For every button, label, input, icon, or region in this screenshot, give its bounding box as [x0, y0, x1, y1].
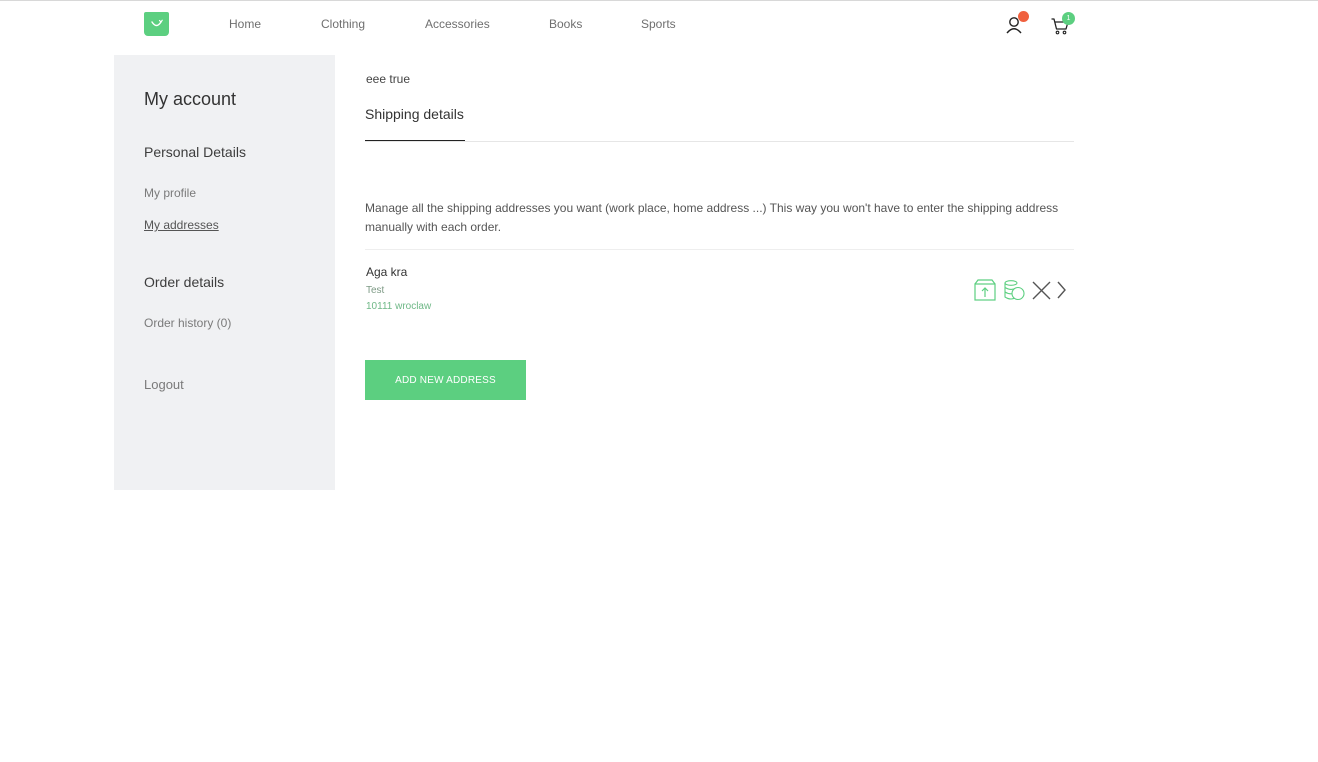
address-name: Aga kra: [366, 265, 408, 279]
add-new-address-button[interactable]: ADD NEW ADDRESS: [365, 360, 526, 400]
default-shipping-box-icon[interactable]: [973, 278, 997, 302]
shipping-description: Manage all the shipping addresses you wa…: [365, 201, 1059, 234]
delete-x-icon[interactable]: [1030, 278, 1054, 302]
notification-badge: [1018, 11, 1029, 22]
site-header: Home Clothing Accessories Books Sports 1: [0, 0, 1318, 50]
sidebar-item-logout[interactable]: Logout: [144, 377, 184, 392]
personal-details-heading: Personal Details: [144, 144, 246, 160]
nav-accessories[interactable]: Accessories: [425, 17, 490, 31]
address-line-1: Test: [366, 285, 385, 296]
user-greeting: eee true: [366, 72, 411, 86]
nav-sports[interactable]: Sports: [641, 17, 676, 31]
section-divider: [365, 249, 1074, 250]
sidebar-title: My account: [144, 89, 237, 109]
sidebar-item-my-profile[interactable]: My profile: [144, 186, 196, 200]
address-line-2: 10111 wroclaw: [366, 301, 432, 312]
nav-home[interactable]: Home: [229, 17, 261, 31]
default-billing-coins-icon[interactable]: [1002, 278, 1026, 302]
nav-clothing[interactable]: Clothing: [321, 17, 365, 31]
sidebar-item-my-addresses[interactable]: My addresses: [144, 218, 219, 232]
tab-shipping-details[interactable]: Shipping details: [365, 106, 464, 122]
order-details-heading: Order details: [144, 274, 225, 290]
shopping-bag-icon[interactable]: [144, 12, 169, 36]
cart-count-badge: 1: [1062, 12, 1075, 25]
sidebar-item-order-history[interactable]: Order history (0): [144, 316, 231, 330]
chevron-right-icon[interactable]: [1054, 278, 1068, 302]
tab-divider: [365, 141, 1074, 142]
account-sidebar: My account Personal Details My profile M…: [114, 55, 335, 490]
nav-books[interactable]: Books: [549, 17, 582, 31]
